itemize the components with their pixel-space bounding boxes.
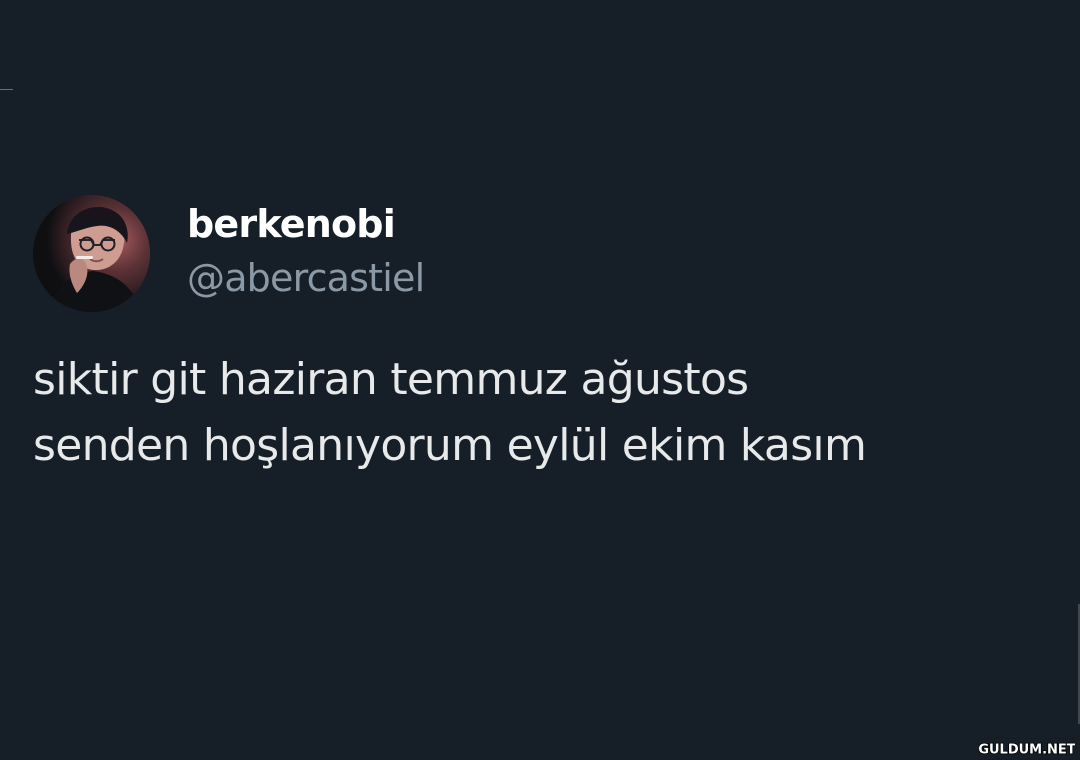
tweet-text-line: senden hoşlanıyorum eylül ekim kasım: [33, 420, 867, 471]
tweet-author: berkenobi @abercastiel: [187, 198, 425, 304]
profile-avatar[interactable]: [33, 195, 150, 312]
site-watermark: GULDUM.NET: [978, 738, 1076, 760]
author-handle[interactable]: @abercastiel: [187, 252, 425, 304]
tweet-card: berkenobi @abercastiel siktir git hazira…: [0, 0, 1080, 760]
author-display-name[interactable]: berkenobi: [187, 198, 424, 250]
tweet-text: siktir git haziran temmuz ağustos senden…: [33, 347, 1043, 479]
tweet-screenshot: berkenobi @abercastiel siktir git hazira…: [0, 0, 1080, 760]
tweet-text-line: siktir git haziran temmuz ağustos: [33, 354, 749, 405]
watermark-text: GULDUM.NET: [979, 743, 1075, 758]
